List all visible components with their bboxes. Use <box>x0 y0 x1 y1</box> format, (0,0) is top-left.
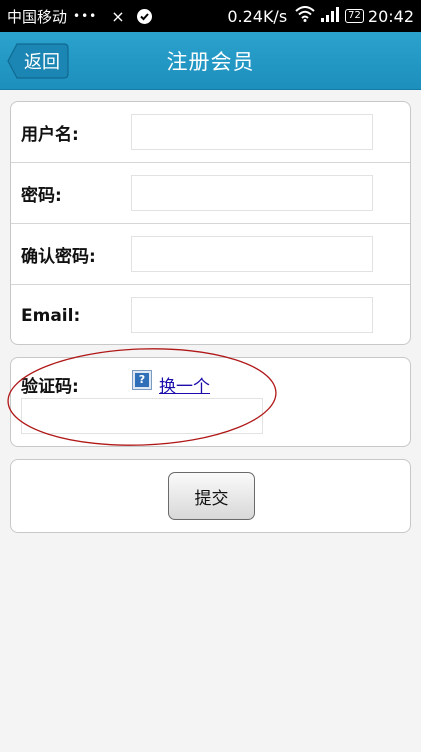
refresh-captcha-link[interactable]: 换一个 <box>159 372 210 397</box>
email-label: Email: <box>21 305 81 326</box>
email-row: Email: <box>11 285 410 346</box>
clock: 20:42 <box>367 6 414 26</box>
battery-icon: 72 <box>345 9 364 23</box>
email-input[interactable] <box>131 297 373 333</box>
submit-button[interactable]: 提交 <box>168 472 255 520</box>
password-row: 密码: <box>11 163 410 224</box>
back-button-label: 返回 <box>24 52 60 73</box>
username-input[interactable] <box>131 114 373 150</box>
username-row: 用户名: <box>11 102 410 163</box>
notification-dots: ••• <box>73 9 98 23</box>
registration-fields-card: 用户名: 密码: 确认密码: Email: <box>10 101 411 345</box>
back-button[interactable]: 返回 <box>7 43 69 79</box>
signal-icon <box>321 6 340 26</box>
confirm-password-row: 确认密码: <box>11 224 410 285</box>
wifi-icon <box>295 6 315 26</box>
captcha-input[interactable] <box>21 398 263 434</box>
close-notification-icon: × <box>111 6 125 26</box>
carrier-name: 中国移动 <box>7 7 68 26</box>
captcha-label: 验证码: <box>21 377 79 397</box>
submit-card: 提交 <box>10 459 411 533</box>
broken-image-icon: ? <box>135 373 149 387</box>
password-label: 密码: <box>21 186 62 206</box>
username-label: 用户名: <box>21 125 79 145</box>
captcha-card: 验证码: ? 换一个 <box>10 357 411 447</box>
status-bar: 中国移动 ••• × 0.24K/s 72 20:42 <box>0 0 421 32</box>
network-speed: 0.24K/s <box>227 6 288 26</box>
captcha-image[interactable]: ? <box>132 370 152 390</box>
app-header: 注册会员 返回 <box>0 32 421 90</box>
confirm-password-input[interactable] <box>131 236 373 272</box>
check-circle-icon <box>136 8 152 24</box>
confirm-password-label: 确认密码: <box>21 247 96 267</box>
password-input[interactable] <box>131 175 373 211</box>
